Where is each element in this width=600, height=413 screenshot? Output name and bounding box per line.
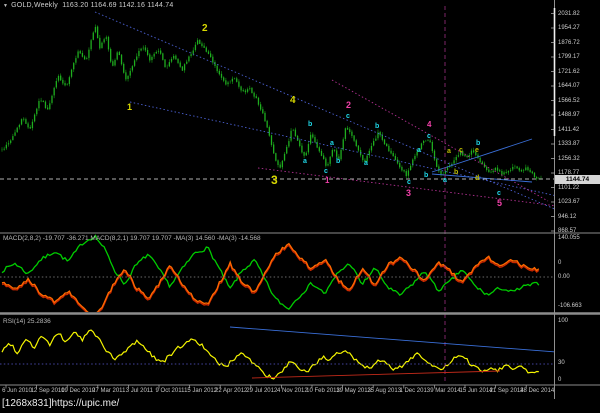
elliott-wave-label[interactable]: c (324, 168, 328, 175)
elliott-wave-label[interactable]: 3 (271, 174, 278, 186)
price-axis-label: 1333.87 (558, 141, 580, 147)
elliott-wave-label[interactable]: a (330, 140, 334, 147)
mt4-window: ▼ GOLD,Weekly 1163.20 1164.69 1142.16 114… (0, 0, 600, 413)
watermark-text: [1268x831]https://upic.me/ (2, 398, 120, 409)
elliott-wave-label[interactable]: b (454, 169, 458, 176)
trendline[interactable] (257, 167, 557, 207)
price-axis-label: 1488.97 (558, 112, 580, 118)
rsi-indicator-title: RSI(14) 25.2836 (3, 318, 51, 325)
elliott-wave-label[interactable]: b (336, 158, 340, 165)
symbol-period-label: GOLD,Weekly (11, 2, 58, 9)
elliott-wave-label[interactable]: a (417, 147, 421, 154)
elliott-wave-label[interactable]: 5 (497, 199, 502, 208)
trendline[interactable] (331, 79, 549, 202)
price-axis-label: 1644.07 (558, 83, 580, 89)
current-price-tag: 1144.74 (555, 175, 600, 184)
elliott-wave-label[interactable]: 3 (406, 189, 411, 198)
elliott-wave-label[interactable]: b (424, 172, 428, 179)
macd-indicator-title: MACD(2,8,2) -19.707 -36.271 MACD(8,2,1) … (3, 235, 261, 242)
rsi-axis-label: 100 (558, 318, 569, 324)
elliott-wave-label[interactable]: a (303, 158, 307, 165)
time-axis-label[interactable]: 28 Dec 2014 (514, 388, 560, 395)
price-axis-label: 1799.17 (558, 54, 580, 60)
ohlc-values: 1163.20 1164.69 1142.16 1144.74 (62, 2, 174, 9)
elliott-wave-label[interactable]: d (475, 175, 479, 182)
elliott-wave-label[interactable]: b (308, 121, 312, 128)
symbol-marker-icon: ▼ (3, 3, 9, 9)
price-axis-label: 1023.67 (558, 199, 580, 205)
price-axis-label: 1411.42 (558, 126, 580, 133)
macd-axis-label: 140.055 (558, 235, 580, 241)
macd-axis-label: 0 (558, 260, 562, 266)
price-axis-label: 1101.22 (558, 184, 580, 191)
elliott-wave-label[interactable]: c (407, 179, 411, 186)
elliott-wave-label[interactable]: c (427, 133, 431, 140)
price-axis-label: 1566.52 (558, 97, 580, 104)
macd-axis-label: -106.663 (558, 303, 582, 309)
price-axis-label: 2031.82 (558, 10, 580, 17)
elliott-wave-label[interactable]: c (497, 190, 501, 197)
macd-axis-label: 0.00 (558, 274, 570, 280)
elliott-wave-label[interactable]: c (346, 113, 350, 120)
price-axis-label: 1954.27 (558, 25, 580, 31)
candlestick-series (1, 24, 542, 181)
rsi-axis-label: 0 (558, 377, 562, 383)
chart-title: ▼ GOLD,Weekly 1163.20 1164.69 1142.16 114… (3, 2, 173, 9)
elliott-wave-label[interactable]: a (443, 177, 447, 184)
elliott-wave-label[interactable]: 4 (290, 96, 296, 106)
rsi-series (1, 329, 539, 380)
price-axis-label: 946.12 (558, 213, 577, 220)
price-axis-label: 1178.77 (558, 170, 580, 176)
price-axis-label: 1721.62 (558, 68, 580, 75)
elliott-wave-label[interactable]: 1 (127, 103, 132, 112)
elliott-wave-label[interactable]: 2 (202, 24, 208, 34)
rsi-axis-label: 30 (558, 360, 565, 366)
elliott-wave-label[interactable]: e (475, 147, 479, 154)
trendline[interactable] (229, 326, 556, 353)
elliott-wave-label[interactable]: b (375, 123, 379, 130)
elliott-wave-label[interactable]: 1 (325, 177, 329, 185)
price-axis-label: 868.57 (558, 228, 577, 234)
elliott-wave-label[interactable]: 4 (427, 121, 431, 129)
elliott-wave-label[interactable]: a (447, 148, 451, 155)
price-axis-label: 1876.72 (558, 39, 580, 46)
elliott-wave-label[interactable]: 2 (346, 101, 351, 110)
trendline[interactable] (431, 173, 533, 183)
elliott-wave-label[interactable]: a (364, 160, 368, 167)
macd-series (1, 234, 540, 312)
price-axis-label: 1256.32 (558, 155, 580, 162)
elliott-wave-label[interactable]: b (476, 140, 480, 147)
trendline[interactable] (251, 370, 501, 379)
chart-canvas[interactable] (0, 0, 600, 413)
elliott-wave-label[interactable]: c (459, 147, 463, 154)
